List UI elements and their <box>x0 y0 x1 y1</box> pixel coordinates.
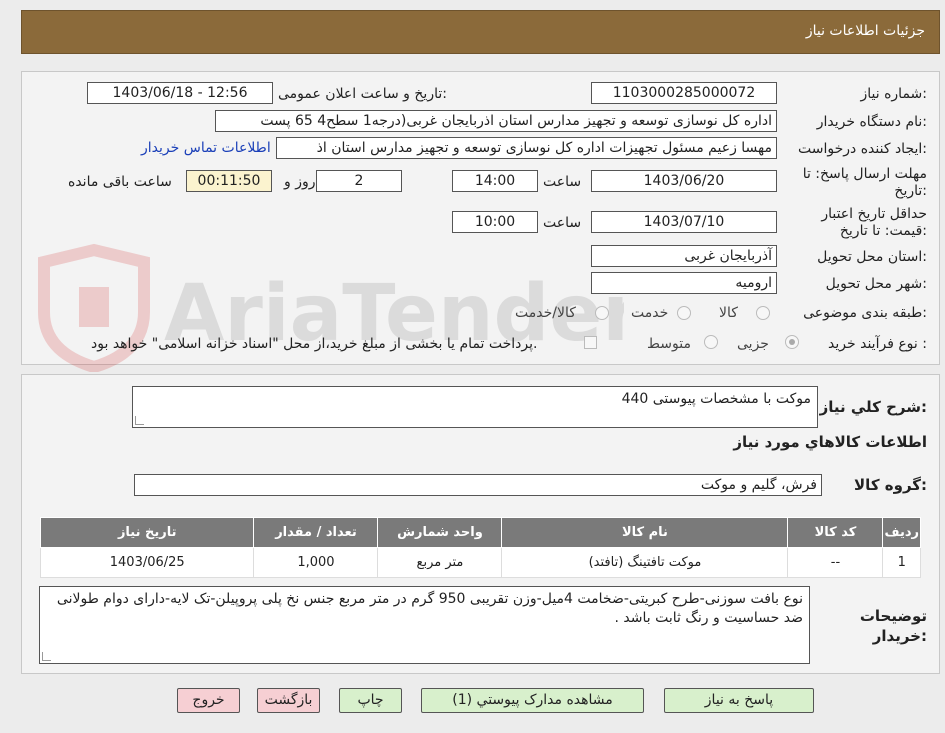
reply-button[interactable]: پاسخ به نیاز <box>664 688 814 713</box>
buyer-notes-field: نوع بافت سوزنی-طرح کبریتی-ضخامت 4میل-وزن… <box>39 586 810 664</box>
remaining-time-field: 00:11:50 <box>186 170 272 192</box>
province-field: آذربایجان غربی <box>591 245 777 267</box>
goods-info-title: اطلاعات کالاهاي مورد نياز <box>733 433 927 451</box>
requester-label: ایجاد کننده درخواست: <box>798 141 927 157</box>
buyer-notes-text: نوع بافت سوزنی-طرح کبریتی-ضخامت 4میل-وزن… <box>56 591 803 626</box>
purchase-minor-label: جزیی <box>737 336 769 352</box>
resize-grip-icon[interactable] <box>135 416 144 425</box>
validity-time-label: ساعت <box>543 215 582 231</box>
treasury-payment-note: پرداخت تمام یا بخشی از مبلغ خرید،از محل … <box>91 336 538 352</box>
goods-group-label: گروه کالا: <box>854 476 927 494</box>
category-goods-service-radio[interactable] <box>595 306 609 320</box>
requester-field: مهسا زعیم مسئول تجهیزات اداره کل نوسازی … <box>276 137 777 159</box>
col-code-header: کد کالا <box>787 517 884 548</box>
city-field: ارومیه <box>591 272 777 294</box>
category-goods-service-label: کالا/خدمت <box>515 305 576 321</box>
page-title: جزئیات اطلاعات نیاز <box>805 23 925 39</box>
reply-date-field: 1403/06/20 <box>591 170 777 192</box>
view-attachments-button[interactable]: مشاهده مدارک پیوستي (1) <box>421 688 644 713</box>
row-qty: 1,000 <box>253 547 379 578</box>
category-label: طبقه بندی موضوعی: <box>803 305 927 321</box>
general-desc-text: موکت با مشخصات پیوستی 440 <box>621 391 811 407</box>
announce-datetime-field: 1403/06/18 - 12:56 <box>87 82 273 104</box>
general-desc-label: شرح کلي نياز: <box>819 398 927 416</box>
col-qty-header: تعداد / مقدار <box>253 517 379 548</box>
col-unit-header: واحد شمارش <box>377 517 503 548</box>
buyer-notes-label: توضيحات خريدار: <box>859 607 927 645</box>
row-unit: متر مربع <box>377 547 503 578</box>
purchase-medium-radio[interactable] <box>704 335 718 349</box>
buyer-org-label: نام دستگاه خریدار: <box>816 114 927 130</box>
reply-time-field: 14:00 <box>452 170 538 192</box>
col-date-header: تاريخ نياز <box>39 517 255 548</box>
table-row: 1 -- موکت تافتینگ (تافتد) متر مربع 1,000… <box>39 547 921 578</box>
row-date: 1403/06/25 <box>39 547 255 578</box>
category-goods-radio[interactable] <box>756 306 770 320</box>
purchase-minor-radio[interactable] <box>785 335 799 349</box>
exit-button[interactable]: خروج <box>177 688 240 713</box>
need-number-label: شماره نیاز: <box>860 86 927 102</box>
col-index-header: رديف <box>882 517 921 548</box>
treasury-payment-checkbox[interactable] <box>584 336 597 349</box>
general-desc-field: موکت با مشخصات پیوستی 440 <box>132 386 818 428</box>
row-code: -- <box>787 547 884 578</box>
city-label: شهر محل تحویل: <box>825 276 927 292</box>
items-table: رديف کد کالا نام کالا واحد شمارش تعداد /… <box>39 517 921 578</box>
category-goods-label: کالا <box>719 305 738 321</box>
col-name-header: نام کالا <box>501 517 789 548</box>
print-button[interactable]: چاپ <box>339 688 402 713</box>
reply-deadline-label: مهلت ارسال پاسخ: تا تاریخ: <box>802 166 927 199</box>
items-table-header: رديف کد کالا نام کالا واحد شمارش تعداد /… <box>39 517 921 548</box>
remaining-time-label: ساعت باقی مانده <box>68 174 172 190</box>
row-name: موکت تافتینگ (تافتد) <box>501 547 789 578</box>
purchase-type-label: نوع فرآیند خرید : <box>828 336 927 352</box>
purchase-medium-label: متوسط <box>647 336 691 352</box>
announce-datetime-label: تاریخ و ساعت اعلان عمومی: <box>278 86 447 102</box>
province-label: استان محل تحویل: <box>817 249 927 265</box>
category-service-radio[interactable] <box>677 306 691 320</box>
buyer-contact-link[interactable]: اطلاعات تماس خریدار <box>141 140 271 156</box>
reply-time-label: ساعت <box>543 174 582 190</box>
back-button[interactable]: بازگشت <box>257 688 320 713</box>
page-header: جزئیات اطلاعات نیاز <box>21 10 940 54</box>
row-index: 1 <box>882 547 921 578</box>
resize-grip-icon[interactable] <box>42 652 51 661</box>
days-field: 2 <box>316 170 402 192</box>
category-service-label: خدمت <box>631 305 669 321</box>
validity-label: حداقل تاریخ اعتبار قیمت: تا تاریخ: <box>821 206 927 239</box>
buyer-org-field: اداره کل نوسازی توسعه و تجهیز مدارس استا… <box>215 110 777 132</box>
days-label: روز و <box>284 174 316 190</box>
need-number-field: 1103000285000072 <box>591 82 777 104</box>
validity-time-field: 10:00 <box>452 211 538 233</box>
validity-date-field: 1403/07/10 <box>591 211 777 233</box>
goods-group-field: فرش، گلیم و موکت <box>134 474 822 496</box>
